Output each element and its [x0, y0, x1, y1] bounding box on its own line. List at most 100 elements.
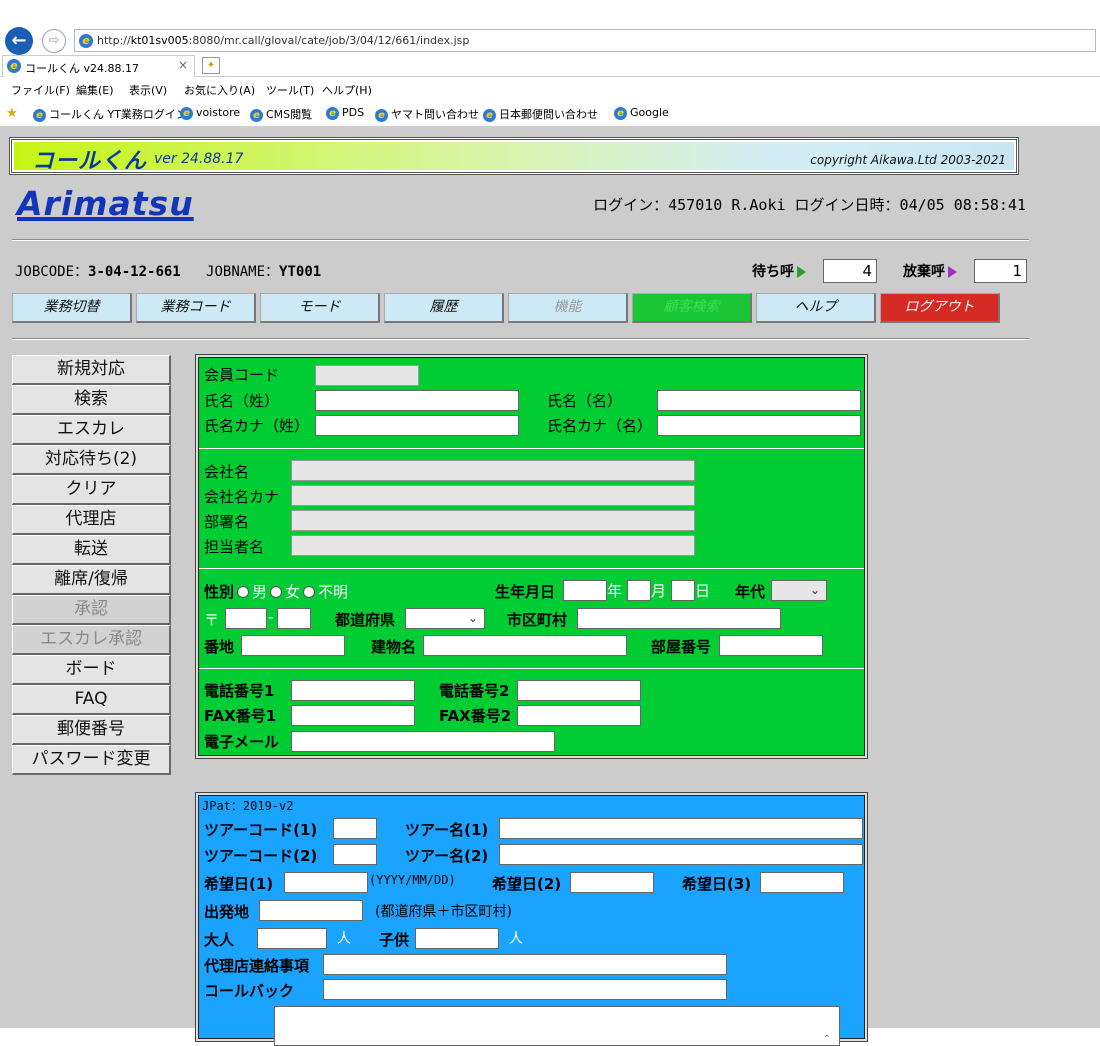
first-name-kana-field[interactable] [657, 415, 861, 436]
prefecture-label: 都道府県 [335, 611, 396, 629]
app-banner: コールくん ver 24.88.17 copyright Aikawa.Ltd … [9, 137, 1019, 175]
first-name-label: 氏名（名） [547, 392, 623, 410]
fax1-field[interactable] [291, 705, 415, 726]
tour-code1-field[interactable] [333, 818, 377, 839]
prefecture-select[interactable]: ⌄ [405, 608, 485, 629]
tour-name2-field[interactable] [499, 844, 863, 865]
faq-button[interactable]: FAQ [12, 685, 171, 715]
callback-label: コールバック [204, 982, 295, 1000]
menu-file[interactable]: ファイル(F) [11, 82, 70, 98]
function-button: 機能 [508, 293, 628, 323]
company-field [291, 460, 695, 481]
customer-search-button[interactable]: 顧客検索 [632, 293, 752, 323]
search-button[interactable]: 検索 [12, 385, 171, 415]
help-button[interactable]: ヘルプ [756, 293, 876, 323]
last-name-kana-field[interactable] [315, 415, 519, 436]
first-name-field[interactable] [657, 390, 861, 411]
building-field[interactable] [423, 635, 627, 656]
menu-edit[interactable]: 編集(E) [76, 82, 114, 98]
agency-button[interactable]: 代理店 [12, 505, 171, 535]
phone2-field[interactable] [517, 680, 641, 701]
last-name-field[interactable] [315, 390, 519, 411]
menu-tools[interactable]: ツール(T) [266, 82, 314, 98]
callback-field[interactable] [323, 979, 727, 1000]
city-field[interactable] [577, 608, 781, 629]
memo-textarea[interactable]: ⌃ [274, 1006, 840, 1046]
board-button[interactable]: ボード [12, 655, 171, 685]
phone1-field[interactable] [291, 680, 415, 701]
fav-item[interactable]: e 日本郵便問い合わせ [483, 106, 598, 122]
adults-field[interactable] [257, 928, 327, 949]
children-field[interactable] [415, 928, 499, 949]
postal-code-1-field[interactable] [225, 608, 267, 629]
wish-date2-field[interactable] [570, 872, 654, 893]
close-tab-icon[interactable]: × [178, 58, 188, 72]
tour-name1-field[interactable] [499, 818, 863, 839]
fav-item[interactable]: e Google [614, 106, 669, 120]
page-content: コールくん ver 24.88.17 copyright Aikawa.Ltd … [0, 128, 1100, 1046]
tour-code2-field[interactable] [333, 844, 377, 865]
unknown-radio[interactable] [303, 585, 316, 598]
department-field [291, 510, 695, 531]
away-return-button[interactable]: 離席/復帰 [12, 565, 171, 595]
fav-item[interactable]: e voistore [180, 106, 240, 120]
fav-item[interactable]: e CMS閲覧 [250, 106, 312, 122]
forward-arrow-icon[interactable]: ⇨ [42, 29, 66, 53]
menu-view[interactable]: 表示(V) [129, 82, 167, 98]
wish-date3-field[interactable] [760, 872, 844, 893]
fav-item[interactable]: e ヤマト問い合わせ [375, 106, 479, 122]
fax2-field[interactable] [517, 705, 641, 726]
back-arrow-icon[interactable]: ← [5, 27, 33, 55]
date-format-hint: (YYYY/MM/DD) [369, 873, 456, 887]
department-label: 部署名 [204, 513, 250, 531]
postal-code-button[interactable]: 郵便番号 [12, 715, 171, 745]
escalate-button[interactable]: エスカレ [12, 415, 171, 445]
escalate-approve-button: エスカレ承認 [12, 625, 171, 655]
birth-year-field[interactable] [563, 580, 607, 601]
logout-button[interactable]: ログアウト [880, 293, 1000, 323]
new-tab-icon[interactable]: ✦ [202, 57, 220, 74]
ie-fav-icon: e [483, 108, 496, 122]
address-label: 番地 [204, 638, 235, 656]
fav-item[interactable]: e PDS [326, 106, 364, 120]
new-case-button[interactable]: 新規対応 [12, 355, 171, 385]
female-radio[interactable] [270, 585, 283, 598]
fav-item[interactable]: e コールくん YT業務ログイン [33, 106, 187, 122]
wish-date1-field[interactable] [284, 872, 368, 893]
change-password-button[interactable]: パスワード変更 [12, 745, 171, 775]
transfer-button[interactable]: 転送 [12, 535, 171, 565]
menu-favorites[interactable]: お気に入り(A) [184, 82, 255, 98]
history-button[interactable]: 履歴 [384, 293, 504, 323]
tour-code2-label: ツアーコード(2) [204, 847, 318, 865]
male-radio[interactable] [237, 585, 250, 598]
mode-button[interactable]: モード [260, 293, 380, 323]
room-field[interactable] [719, 635, 823, 656]
age-group-select[interactable]: ⌄ [771, 580, 827, 601]
email-field[interactable] [291, 731, 555, 752]
ie-fav-icon: e [250, 108, 263, 122]
url-input[interactable]: e http://kt01sv005:8080/mr.call/gloval/c… [74, 29, 1096, 52]
menu-help[interactable]: ヘルプ(H) [322, 82, 372, 98]
job-code-button[interactable]: 業務コード [136, 293, 256, 323]
address-field[interactable] [241, 635, 345, 656]
favorites-star-icon[interactable]: ★ [6, 106, 18, 121]
divider [12, 338, 1029, 340]
postal-code-2-field[interactable] [277, 608, 311, 629]
departure-field[interactable] [259, 900, 363, 921]
jobname-label: JOBNAME： [206, 264, 280, 280]
birth-month-field[interactable] [627, 580, 651, 601]
ie-fav-icon: e [614, 106, 627, 120]
member-code-field [315, 365, 419, 386]
chevron-down-icon: ⌄ [467, 611, 478, 625]
wish-date1-label: 希望日(1) [204, 875, 274, 893]
agency-notes-field[interactable] [323, 954, 727, 975]
company-kana-field [291, 485, 695, 506]
browser-tab[interactable]: e コールくん v24.88.17 × [2, 55, 195, 77]
month-label: 月 [651, 582, 667, 600]
pending-button[interactable]: 対応待ち(2) [12, 445, 171, 475]
switch-job-button[interactable]: 業務切替 [12, 293, 132, 323]
tab-strip: e コールくん v24.88.17 × ✦ [0, 55, 1100, 77]
birth-day-field[interactable] [671, 580, 695, 601]
scroll-up-icon[interactable]: ⌃ [823, 1034, 831, 1045]
clear-button[interactable]: クリア [12, 475, 171, 505]
